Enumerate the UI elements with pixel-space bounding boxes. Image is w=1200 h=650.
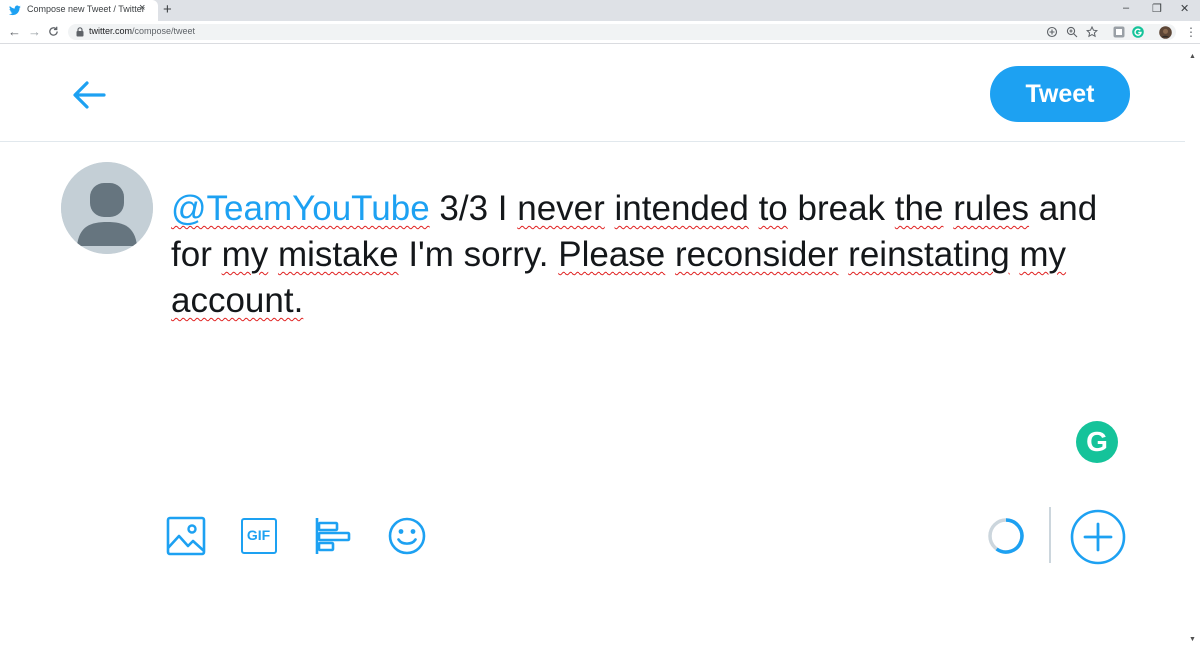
avatar[interactable] <box>61 162 153 254</box>
compose-word-misspelled[interactable]: to <box>759 189 788 228</box>
compose-word-misspelled[interactable]: my <box>222 235 269 274</box>
compose-word: I'm sorry. <box>408 235 549 274</box>
minimize-button[interactable]: – <box>1123 2 1129 14</box>
scroll-down-arrow-icon[interactable]: ▼ <box>1189 636 1196 643</box>
compose-word-misspelled[interactable]: never <box>517 189 605 228</box>
mention-link[interactable]: @TeamYouTube <box>171 189 430 228</box>
compose-word: and <box>1038 189 1098 228</box>
add-tweet-icon[interactable] <box>1070 509 1126 565</box>
scroll-up-arrow-icon[interactable]: ▲ <box>1189 53 1196 60</box>
address-bar[interactable]: twitter.com/compose/tweet <box>68 24 1176 40</box>
profile-avatar-icon[interactable] <box>1159 26 1172 39</box>
grammarly-button[interactable]: G <box>1076 421 1118 463</box>
scrollbar[interactable]: ▲ ▼ <box>1185 44 1200 650</box>
grammarly-icon: G <box>1086 426 1108 457</box>
compose-word-misspelled[interactable]: account. <box>171 281 303 320</box>
twitter-bird-icon <box>9 5 21 16</box>
url-text: twitter.com/compose/tweet <box>89 26 195 36</box>
compose-word-misspelled[interactable]: Please <box>558 235 665 274</box>
default-avatar-icon <box>61 162 153 254</box>
media-icon[interactable] <box>166 516 206 556</box>
compose-word-misspelled[interactable]: intended <box>615 189 749 228</box>
compose-word-misspelled[interactable]: reconsider <box>675 235 838 274</box>
compose-word-misspelled[interactable]: mistake <box>278 235 399 274</box>
gif-icon: GIF <box>246 527 271 543</box>
toolbar-divider <box>1049 507 1051 563</box>
compose-word-misspelled[interactable]: my <box>1019 235 1066 274</box>
close-window-button[interactable]: ✕ <box>1180 2 1189 15</box>
reload-icon[interactable] <box>48 26 59 37</box>
emoji-icon[interactable] <box>387 516 427 556</box>
browser-menu-icon[interactable]: ⋮ <box>1185 24 1197 40</box>
browser-tab-active[interactable]: Compose new Tweet / Twitter × <box>0 0 158 21</box>
bookmark-star-icon[interactable] <box>1086 26 1098 38</box>
restore-button[interactable]: ❐ <box>1152 2 1162 15</box>
tab-title: Compose new Tweet / Twitter <box>27 4 145 14</box>
install-app-icon[interactable] <box>1046 26 1058 38</box>
compose-word-misspelled[interactable]: reinstating <box>848 235 1009 274</box>
back-nav-button[interactable]: ← <box>8 24 21 40</box>
zoom-icon[interactable] <box>1066 26 1078 38</box>
tweet-compose-input[interactable]: @TeamYouTube 3/3 I never intended to bre… <box>171 186 1131 324</box>
forward-nav-button[interactable]: → <box>28 24 41 40</box>
url-path: /compose/tweet <box>132 26 196 36</box>
compose-word-misspelled[interactable]: the <box>895 189 944 228</box>
tab-close-button[interactable]: × <box>139 2 145 14</box>
progress-ring-icon <box>988 518 1024 554</box>
browser-toolbar: ← → twitter.com/compose/tweet ⋮ <box>0 21 1200 44</box>
new-tab-button[interactable]: + <box>163 1 172 19</box>
grammarly-extension-icon[interactable] <box>1132 26 1144 38</box>
browser-tabstrip: Compose new Tweet / Twitter × + – ❐ ✕ <box>0 0 1200 21</box>
gif-button[interactable]: GIF <box>241 518 277 554</box>
compose-word: 3/3 I <box>439 189 508 228</box>
tweet-button[interactable]: Tweet <box>990 66 1130 122</box>
extension-icon[interactable] <box>1113 26 1125 38</box>
lock-icon <box>76 27 84 37</box>
url-host: twitter.com <box>89 26 133 36</box>
compose-word: break <box>797 189 886 228</box>
back-arrow-icon[interactable] <box>70 76 108 114</box>
header-divider <box>0 141 1185 142</box>
poll-icon[interactable] <box>313 516 353 556</box>
compose-word-misspelled[interactable]: rules <box>953 189 1029 228</box>
compose-word: for <box>171 235 212 274</box>
